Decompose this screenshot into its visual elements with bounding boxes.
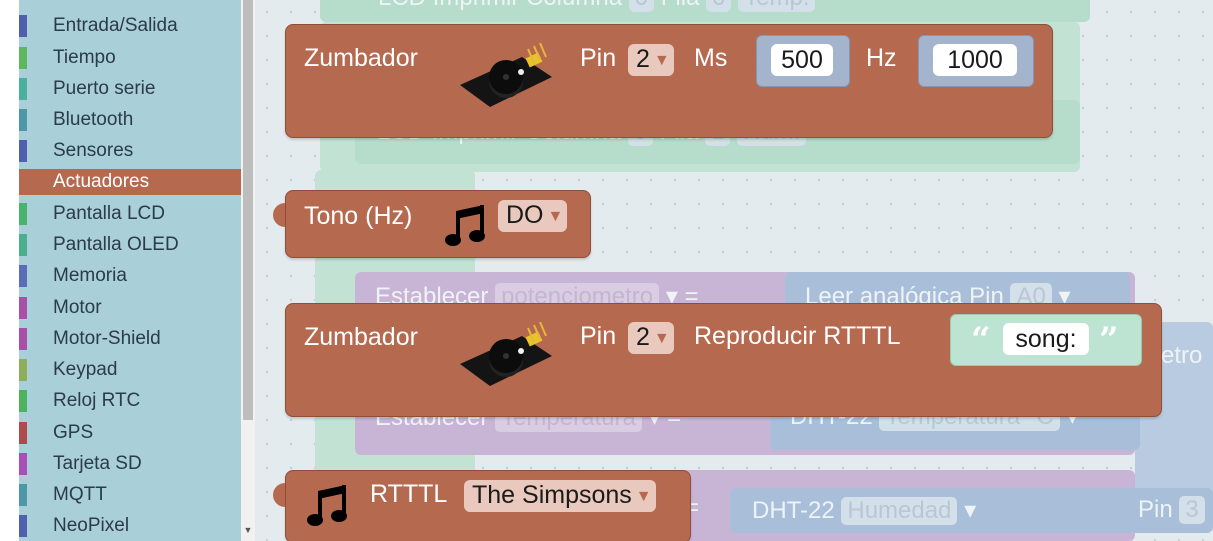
block-title: Zumbador — [304, 44, 418, 72]
buzzer-tone-block[interactable]: Zumbador Pin 2 ▼ Ms 500 Hz 1000 — [285, 24, 1053, 138]
open-quote-icon: “ — [971, 320, 991, 360]
category-label: NeoPixel — [53, 515, 130, 536]
category-pantalla-lcd[interactable]: Pantalla LCD — [19, 201, 241, 227]
category-color-bar — [19, 234, 27, 256]
pin-dropdown[interactable]: 2 ▼ — [628, 44, 674, 76]
hz-number-block[interactable]: 1000 — [918, 35, 1034, 87]
category-color-bar — [19, 484, 27, 506]
category-tiempo[interactable]: Tiempo — [19, 45, 241, 71]
pin-label: Pin — [580, 322, 617, 350]
blocks-workspace[interactable]: LCD Imprimir Columna 0 Fila 0 Temp: LCD … — [255, 0, 1213, 541]
tone-hz-block[interactable]: Tono (Hz) DO ▼ — [273, 190, 591, 258]
output-connector — [273, 203, 285, 227]
category-color-bar — [19, 109, 27, 131]
category-label: Tiempo — [53, 47, 116, 68]
category-label: Motor-Shield — [53, 328, 161, 349]
block-title: RTTTL — [370, 480, 448, 508]
category-color-bar — [19, 140, 27, 162]
category-keypad[interactable]: Keypad — [19, 357, 241, 383]
song-text-field[interactable]: song: — [1003, 323, 1089, 355]
category-color-bar — [19, 359, 27, 381]
music-note-icon — [445, 205, 485, 246]
hz-label: Hz — [866, 44, 897, 72]
category-motor-shield[interactable]: Motor-Shield — [19, 326, 241, 352]
category-label: Memoria — [53, 265, 127, 286]
category-label: Actuadores — [53, 171, 150, 192]
category-label: Bluetooth — [53, 109, 134, 130]
ms-label: Ms — [694, 44, 728, 72]
category-label: GPS — [53, 422, 94, 443]
dropdown-arrow-icon: ▼ — [635, 488, 652, 505]
category-label: Reloj RTC — [53, 390, 141, 411]
song-value: The Simpsons — [472, 481, 632, 509]
category-bluetooth[interactable]: Bluetooth — [19, 107, 241, 133]
category-color-bar — [19, 515, 27, 537]
category-gps[interactable]: GPS — [19, 420, 241, 446]
category-label: Pantalla LCD — [53, 203, 165, 224]
category-label: Motor — [53, 297, 102, 318]
category-color-bar — [19, 390, 27, 412]
category-label: Sensores — [53, 140, 134, 161]
category-reloj-rtc[interactable]: Reloj RTC — [19, 388, 241, 414]
category-label: MQTT — [53, 484, 107, 505]
hz-value-field[interactable]: 1000 — [933, 44, 1017, 76]
category-color-bar — [19, 47, 27, 69]
category-label: Tarjeta SD — [53, 453, 142, 474]
note-dropdown[interactable]: DO ▼ — [498, 200, 568, 232]
pin-dropdown[interactable]: 2 ▼ — [628, 322, 674, 354]
category-sensores[interactable]: Sensores — [19, 138, 241, 164]
song-dropdown[interactable]: The Simpsons ▼ — [464, 480, 656, 512]
category-label: Puerto serie — [53, 78, 156, 99]
buzzer-module-image — [460, 322, 552, 386]
close-quote-icon: ” — [1099, 320, 1119, 360]
category-label: Pantalla OLED — [53, 234, 179, 255]
category-label: Entrada/Salida — [53, 15, 178, 36]
scroll-down-arrow-icon[interactable]: ▼ — [243, 522, 253, 538]
category-mqtt[interactable]: MQTT — [19, 482, 241, 508]
category-color-bar — [19, 265, 27, 287]
pin-value: 2 — [636, 323, 650, 351]
category-memoria[interactable]: Memoria — [19, 263, 241, 289]
buzzer-rtttl-block[interactable]: Zumbador Pin 2 ▼ Reproducir RTTTL “ song:… — [285, 303, 1162, 417]
dropdown-arrow-icon: ▼ — [547, 208, 564, 225]
block-title: Tono (Hz) — [304, 202, 413, 230]
pin-value: 2 — [636, 45, 650, 73]
music-note-icon — [307, 485, 347, 526]
note-value: DO — [506, 201, 544, 229]
category-pantalla-oled[interactable]: Pantalla OLED — [19, 232, 241, 258]
category-label: Keypad — [53, 359, 118, 380]
background-block-dht-hum: DHT-22 Humedad ▾ Pin 3 — [730, 488, 1213, 533]
category-color-bar — [19, 203, 27, 225]
category-color-bar — [19, 78, 27, 100]
pin-label: Pin — [580, 44, 617, 72]
rtttl-song-block[interactable]: RTTTL The Simpsons ▼ — [273, 470, 691, 541]
category-motor[interactable]: Motor — [19, 295, 241, 321]
toolbox-sidebar: Entrada/Salida Tiempo Puerto serie Bluet… — [0, 0, 255, 541]
rtttl-action-label: Reproducir RTTTL — [694, 322, 901, 350]
sidebar-scrollbar-thumb[interactable] — [243, 0, 253, 420]
dropdown-arrow-icon: ▼ — [653, 52, 670, 69]
ms-value-field[interactable]: 500 — [771, 44, 833, 76]
buzzer-module-image — [460, 43, 552, 107]
dropdown-arrow-icon: ▼ — [653, 330, 670, 347]
category-puerto-serie[interactable]: Puerto serie — [19, 76, 241, 102]
category-actuadores[interactable]: Actuadores — [19, 169, 241, 195]
category-color-bar — [19, 453, 27, 475]
background-block-lcd-top: LCD Imprimir Columna 0 Fila 0 Temp: — [320, 0, 1090, 22]
category-list: Entrada/Salida Tiempo Puerto serie Bluet… — [19, 0, 241, 541]
block-title: Zumbador — [304, 323, 418, 351]
category-color-bar — [19, 297, 27, 319]
output-connector — [273, 483, 285, 507]
text-string-block[interactable]: “ song: ” — [950, 314, 1142, 366]
input-notch — [938, 326, 950, 348]
category-color-bar — [19, 328, 27, 350]
category-entrada-salida[interactable]: Entrada/Salida — [19, 13, 241, 39]
ms-number-block[interactable]: 500 — [756, 35, 850, 87]
category-neopixel[interactable]: NeoPixel — [19, 513, 241, 539]
category-tarjeta-sd[interactable]: Tarjeta SD — [19, 451, 241, 477]
category-color-bar — [19, 15, 27, 37]
category-color-bar — [19, 422, 27, 444]
